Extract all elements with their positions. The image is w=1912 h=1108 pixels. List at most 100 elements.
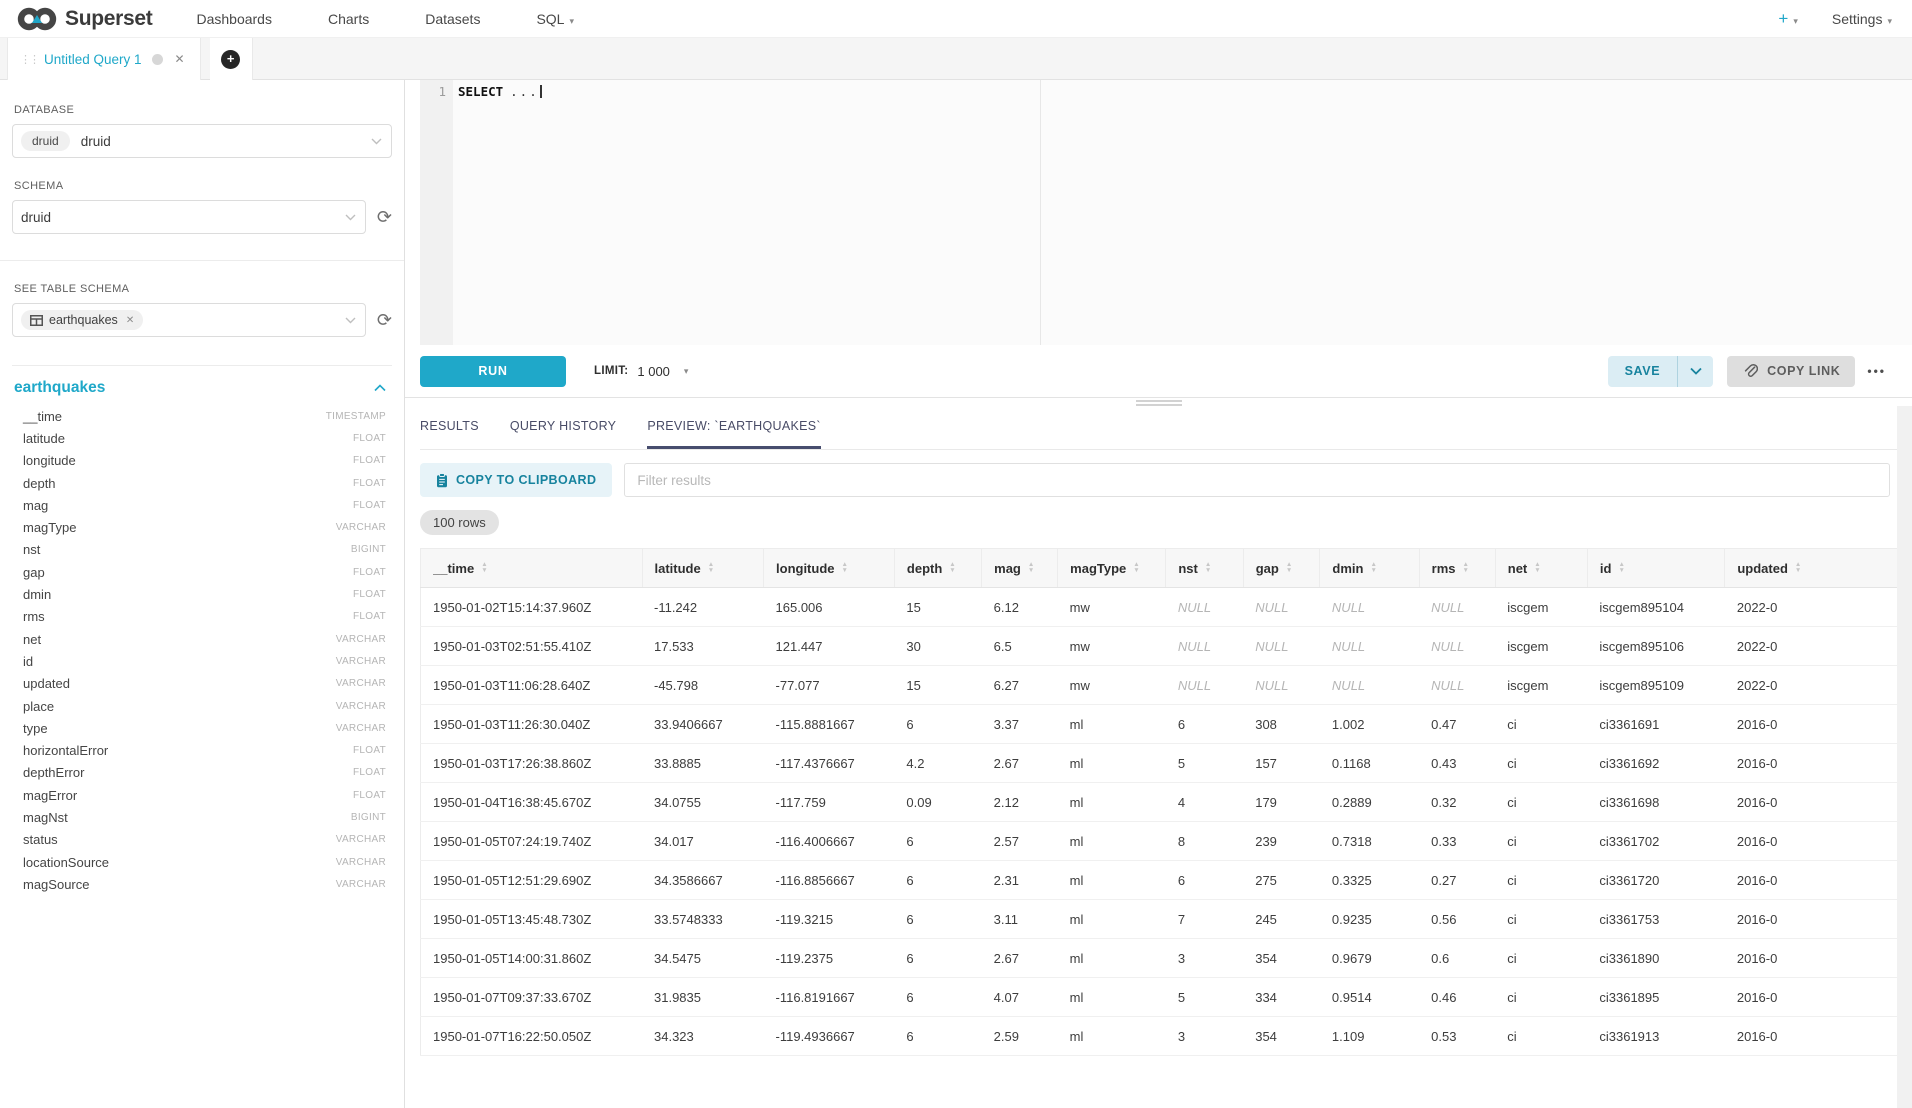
drag-handle-icon[interactable]: ⋮⋮	[20, 53, 38, 66]
collapse-panel-icon[interactable]	[374, 384, 386, 392]
superset-logo-icon	[16, 5, 58, 33]
database-engine-pill: druid	[21, 131, 70, 151]
cell: ci	[1495, 978, 1587, 1017]
column-header-latitude[interactable]: latitude▲▼	[642, 549, 764, 588]
column-header-net[interactable]: net▲▼	[1495, 549, 1587, 588]
schema-column-row: updatedVARCHAR	[12, 673, 392, 695]
superset-brand[interactable]: Superset	[16, 5, 152, 33]
cell: 1950-01-05T13:45:48.730Z	[421, 900, 643, 939]
column-header-gap[interactable]: gap ▲▼	[1243, 549, 1320, 588]
table-schema-label: SEE TABLE SCHEMA	[14, 283, 392, 295]
column-type: FLOAT	[353, 500, 386, 511]
header-label: gap	[1256, 561, 1279, 576]
cell: 34.3586667	[642, 861, 764, 900]
cell: ml	[1058, 783, 1166, 822]
nav-sql[interactable]: SQL▾	[536, 11, 574, 27]
cell: 33.5748333	[642, 900, 764, 939]
sql-code-editor[interactable]: 1 SELECT...	[420, 80, 1912, 345]
table-select[interactable]: earthquakes ✕	[12, 303, 366, 337]
schema-label: SCHEMA	[14, 180, 392, 192]
schema-column-row: magNstBIGINT	[12, 806, 392, 828]
new-item-button[interactable]: +▾	[1778, 9, 1797, 29]
header-label: magType	[1070, 561, 1126, 576]
schema-column-row: idVARCHAR	[12, 650, 392, 672]
settings-menu[interactable]: Settings▾	[1832, 11, 1892, 27]
column-name: magSource	[23, 877, 89, 892]
table-row: 1950-01-02T15:14:37.960Z-11.242165.00615…	[421, 588, 1912, 627]
column-type: FLOAT	[353, 767, 386, 778]
sort-icon[interactable]: ▲▼	[842, 562, 848, 574]
close-tab-icon[interactable]: ✕	[175, 52, 185, 66]
cell: NULL	[1419, 588, 1495, 627]
column-name: locationSource	[23, 855, 109, 870]
column-header-nst[interactable]: nst▲▼	[1166, 549, 1243, 588]
nav-datasets[interactable]: Datasets	[425, 11, 480, 27]
column-type: VARCHAR	[336, 879, 386, 890]
navbar: Superset Dashboards Charts Datasets SQL▾…	[0, 0, 1912, 38]
save-options-button[interactable]	[1677, 356, 1713, 387]
schema-column-row: magErrorFLOAT	[12, 784, 392, 806]
sort-icon[interactable]: ▲▼	[949, 562, 955, 574]
sort-icon[interactable]: ▲▼	[1463, 562, 1469, 574]
limit-dropdown[interactable]: LIMIT: 1 000 ▾	[594, 364, 688, 379]
table-panel-title[interactable]: earthquakes	[14, 379, 105, 397]
remove-table-icon[interactable]: ✕	[126, 315, 134, 326]
database-select[interactable]: druid druid	[12, 124, 392, 158]
column-header-updated[interactable]: updated▲▼	[1725, 549, 1912, 588]
add-tab-button[interactable]: +	[221, 50, 240, 69]
copy-to-clipboard-button[interactable]: COPY TO CLIPBOARD	[420, 463, 612, 497]
sort-icon[interactable]: ▲▼	[1286, 562, 1292, 574]
results-tab-1[interactable]: QUERY HISTORY	[510, 406, 616, 449]
column-header-longitude[interactable]: longitude▲▼	[764, 549, 895, 588]
sort-icon[interactable]: ▲▼	[1133, 562, 1139, 574]
header-label: mag	[994, 561, 1021, 576]
nav-charts[interactable]: Charts	[328, 11, 369, 27]
column-header-rms[interactable]: rms▲▼	[1419, 549, 1495, 588]
chevron-down-icon	[345, 214, 356, 221]
run-button[interactable]: RUN	[420, 356, 566, 387]
refresh-tables-icon[interactable]: ⟳	[377, 311, 392, 329]
results-tab-2[interactable]: PREVIEW: `EARTHQUAKES`	[647, 406, 821, 449]
cell: NULL	[1166, 627, 1243, 666]
column-header-dmin[interactable]: dmin▲▼	[1320, 549, 1419, 588]
cell: 2016-0	[1725, 822, 1912, 861]
filter-results-input[interactable]	[624, 463, 1890, 497]
schema-select[interactable]: druid	[12, 200, 366, 234]
column-header-magType[interactable]: magType ▲▼	[1058, 549, 1166, 588]
column-header-__time[interactable]: __time▲▼	[421, 549, 643, 588]
refresh-schema-icon[interactable]: ⟳	[377, 208, 392, 226]
editor-code-line[interactable]: SELECT...	[453, 80, 542, 345]
cell: 6.12	[982, 588, 1058, 627]
vertical-scrollbar[interactable]	[1897, 406, 1912, 1108]
sort-icon[interactable]: ▲▼	[1795, 562, 1801, 574]
save-button[interactable]: SAVE	[1608, 356, 1678, 387]
sort-icon[interactable]: ▲▼	[1618, 562, 1624, 574]
sort-icon[interactable]: ▲▼	[708, 562, 714, 574]
schema-column-row: magSource VARCHAR	[12, 873, 392, 895]
column-type: FLOAT	[353, 611, 386, 622]
pane-splitter[interactable]	[405, 397, 1912, 406]
cell: 6	[894, 822, 981, 861]
cell: 6.5	[982, 627, 1058, 666]
column-header-id[interactable]: id▲▼	[1587, 549, 1724, 588]
cell: 0.27	[1419, 861, 1495, 900]
more-options-button[interactable]: •••	[1867, 364, 1886, 378]
column-name: nst	[23, 542, 40, 557]
tab-untitled-query[interactable]: ⋮⋮ Untitled Query 1 ✕	[7, 38, 201, 80]
sort-icon[interactable]: ▲▼	[481, 562, 487, 574]
nav-dashboards[interactable]: Dashboards	[196, 11, 272, 27]
cell: -117.4376667	[764, 744, 895, 783]
sort-icon[interactable]: ▲▼	[1534, 562, 1540, 574]
cell: 2.67	[982, 744, 1058, 783]
sort-icon[interactable]: ▲▼	[1205, 562, 1211, 574]
table-row: 1950-01-03T02:51:55.410Z17.533121.447306…	[421, 627, 1912, 666]
cell: ml	[1058, 939, 1166, 978]
copy-link-button[interactable]: COPY LINK	[1727, 356, 1855, 387]
cell: 7	[1166, 900, 1243, 939]
sort-icon[interactable]: ▲▼	[1370, 562, 1376, 574]
column-header-mag[interactable]: mag ▲▼	[982, 549, 1058, 588]
cell: 0.9679	[1320, 939, 1419, 978]
results-tab-0[interactable]: RESULTS	[420, 406, 479, 449]
sort-icon[interactable]: ▲▼	[1028, 562, 1034, 574]
column-header-depth[interactable]: depth▲▼	[894, 549, 981, 588]
